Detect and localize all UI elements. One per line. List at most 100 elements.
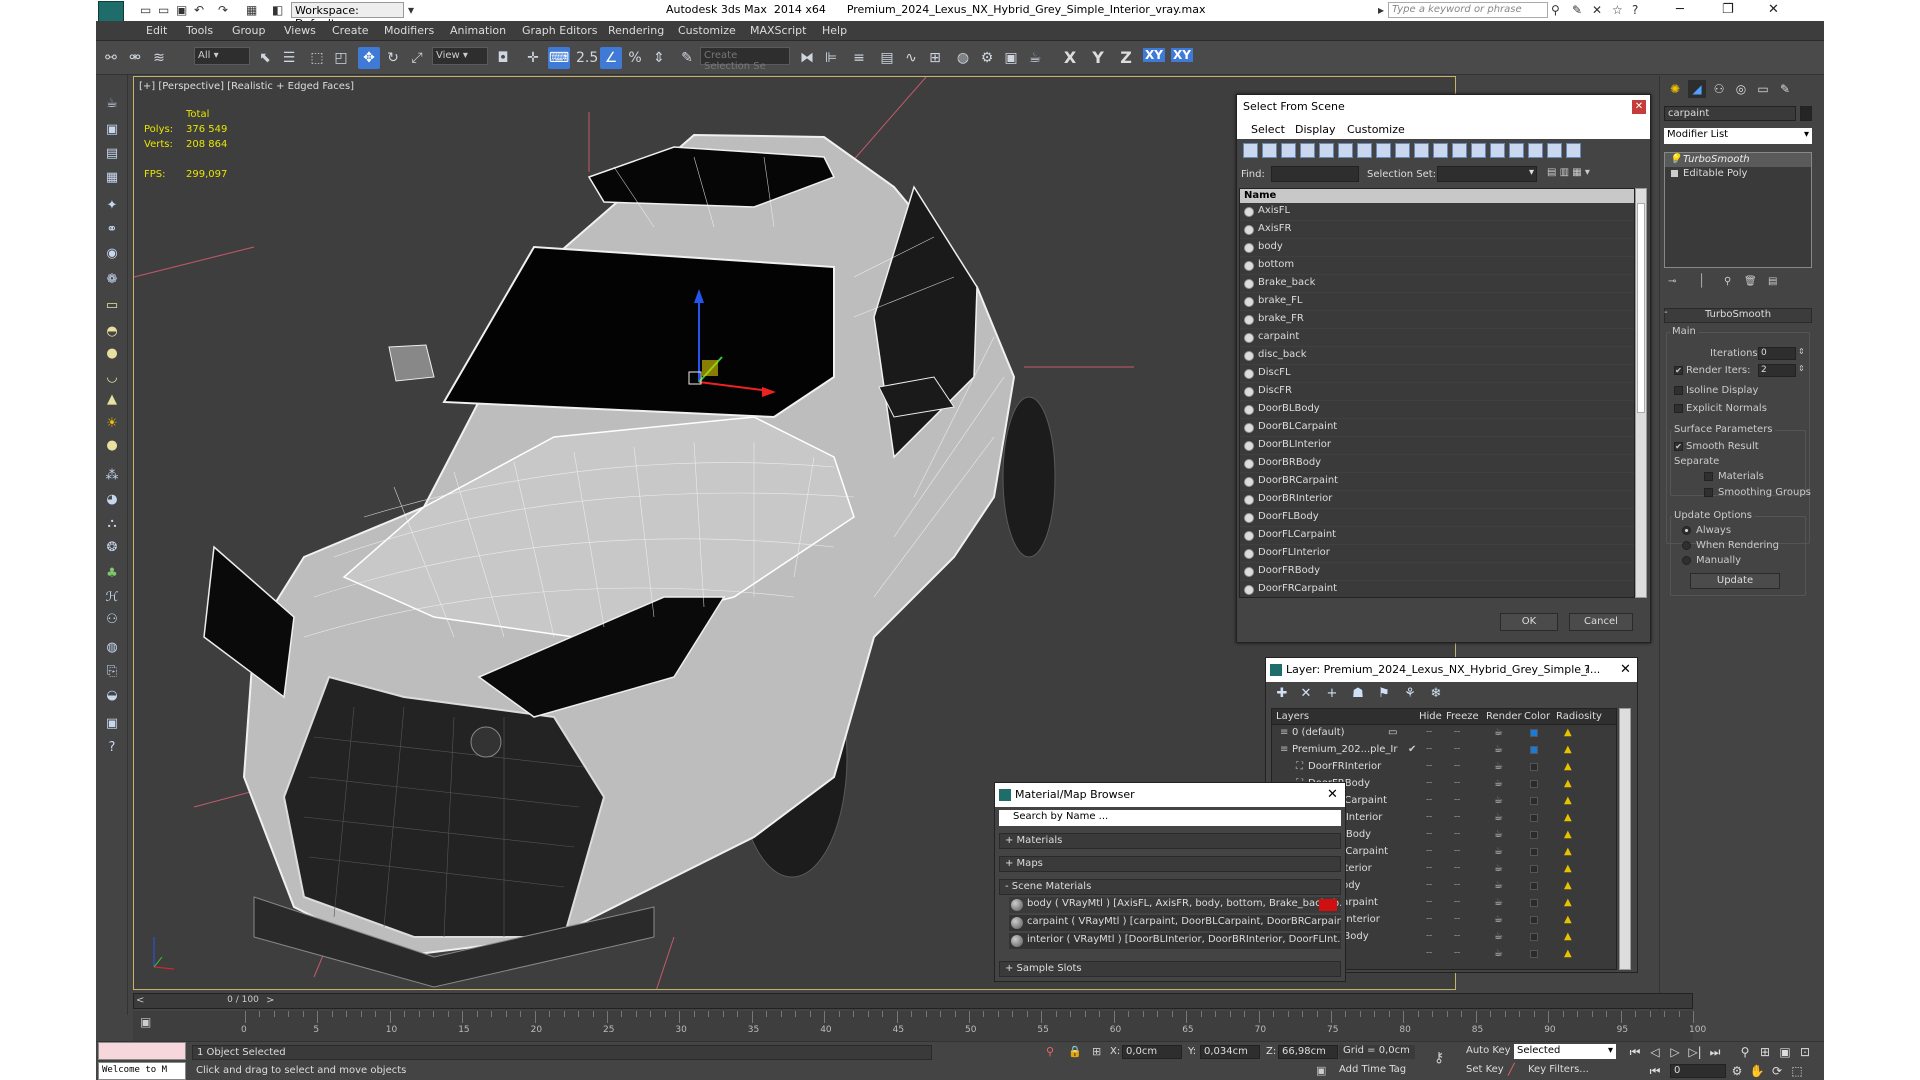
disc-icon[interactable]: ● [103, 437, 121, 455]
material-carpaint[interactable]: carpaint ( VRayMtl ) [carpaint, DoorBLCa… [1009, 915, 1341, 931]
update-button[interactable]: Update [1690, 573, 1780, 589]
render-setup-icon[interactable]: ⚙ [976, 47, 998, 69]
sfs-list-item[interactable]: DoorBRCarpaint [1240, 473, 1634, 491]
selection-filter-dropdown[interactable]: All ▾ [194, 47, 250, 65]
sfs-list-item[interactable]: DoorFRBody [1240, 563, 1634, 581]
expand-icon[interactable] [1671, 170, 1678, 177]
freeze-toggle-icon[interactable]: ╌ [1454, 829, 1460, 840]
light-icon[interactable]: ✦ [103, 197, 121, 215]
col-color[interactable]: Color [1524, 711, 1550, 722]
col-render[interactable]: Render [1486, 711, 1522, 722]
sfs-list-item[interactable]: brake_FL [1240, 293, 1634, 311]
freeze-toggle-icon[interactable]: ╌ [1454, 846, 1460, 857]
project-folder-icon[interactable]: ▦ [246, 3, 257, 17]
modifier-stack[interactable]: 💡 TurboSmooth Editable Poly [1664, 152, 1812, 268]
radiosity-icon[interactable]: ▲ [1564, 727, 1572, 738]
col-hide[interactable]: Hide [1419, 711, 1442, 722]
maximize-icon[interactable]: ❐ [1722, 2, 1734, 17]
find-input[interactable] [1271, 166, 1359, 182]
sfs-filter-icon[interactable] [1566, 143, 1581, 158]
viewport-label[interactable]: [+] [Perspective] [Realistic + Edged Fac… [139, 81, 354, 92]
sfs-filter-icon[interactable] [1338, 143, 1353, 158]
radiosity-icon[interactable]: ▲ [1564, 880, 1572, 891]
x-coordinate-field[interactable]: 0,0cm [1122, 1045, 1182, 1059]
search-arrow-icon[interactable]: ▸ [1378, 3, 1384, 17]
key-mode-dropdown[interactable]: Selected ▾ [1514, 1044, 1616, 1059]
isoline-checkbox[interactable] [1674, 386, 1683, 395]
section-sample-slots[interactable]: + Sample Slots [999, 961, 1341, 977]
sfs-filter-icon[interactable] [1376, 143, 1391, 158]
app-logo-icon[interactable] [98, 1, 124, 23]
goto-end-icon[interactable]: ⏭ [1706, 1045, 1724, 1060]
sfs-filter-icon[interactable] [1395, 143, 1410, 158]
undo-icon[interactable]: ↶ [194, 3, 204, 17]
add-to-layer-icon[interactable]: + [1324, 686, 1340, 702]
render-teapot-icon[interactable]: ☕ [1494, 846, 1503, 857]
sfs-name-column[interactable]: Name [1240, 189, 1634, 203]
sfs-list-item[interactable]: Brake_back [1240, 275, 1634, 293]
sfs-title-bar[interactable]: Select From Scene [1237, 95, 1650, 119]
turbosmooth-rollout[interactable]: TurboSmooth [1664, 308, 1812, 323]
render-teapot-icon[interactable]: ☕ [1494, 812, 1503, 823]
display-tab-icon[interactable]: ▭ [1754, 80, 1772, 98]
globe-icon[interactable]: ❂ [103, 539, 121, 557]
sfs-list-item[interactable]: AxisFR [1240, 221, 1634, 239]
orbit-icon[interactable]: ⟳ [1768, 1064, 1786, 1078]
radiosity-icon[interactable]: ▲ [1564, 948, 1572, 959]
dna-icon[interactable]: ❁ [103, 271, 121, 289]
sfs-close-button[interactable]: ✕ [1632, 100, 1646, 114]
sfs-filter-icon[interactable] [1509, 143, 1524, 158]
hide-toggle-icon[interactable]: ╌ [1426, 727, 1432, 738]
particle-icon[interactable]: ⁂ [103, 467, 121, 485]
highlight-layer-icon[interactable]: ⚑ [1376, 686, 1392, 702]
key-icon[interactable]: ⚷ [1434, 1050, 1444, 1066]
sfs-object-list[interactable]: Name AxisFL AxisFR body bottom Brake_back bra… [1239, 188, 1635, 598]
workspace-icon[interactable]: ◧ [272, 3, 283, 17]
plant-icon[interactable]: ♣ [103, 565, 121, 583]
mat-title-bar[interactable]: Material/Map Browser [995, 783, 1345, 807]
radiosity-icon[interactable]: ▲ [1564, 846, 1572, 857]
key-filters-button[interactable]: Key Filters... [1528, 1064, 1589, 1075]
select-object-icon[interactable]: ⬉ [254, 47, 276, 69]
next-frame-icon[interactable]: ▷| [1686, 1045, 1704, 1059]
create-tab-icon[interactable]: ✺ [1666, 80, 1684, 98]
menu-group[interactable]: Group [232, 24, 266, 37]
material-icon[interactable]: ◕ [103, 491, 121, 509]
sfs-list-item[interactable]: brake_FR [1240, 311, 1634, 329]
freeze-toggle-icon[interactable]: ╌ [1454, 897, 1460, 908]
percent-snap-icon[interactable]: % [624, 47, 646, 69]
spinner-snap-icon[interactable]: ⇕ [648, 47, 670, 69]
bulb-icon[interactable]: 💡 [1669, 154, 1681, 165]
menu-create[interactable]: Create [332, 24, 369, 37]
menu-customize[interactable]: Customize [678, 24, 736, 37]
sphere-icon[interactable]: ● [103, 345, 121, 363]
dome-icon[interactable]: ◓ [103, 323, 121, 341]
hide-toggle-icon[interactable]: ╌ [1426, 931, 1432, 942]
spinner-arrows-icon[interactable]: ⇕ [1798, 347, 1805, 356]
section-maps[interactable]: + Maps [999, 856, 1341, 872]
mat-close-icon[interactable]: ✕ [1327, 787, 1338, 802]
select-move-icon[interactable]: ✥ [358, 47, 380, 69]
render-teapot-icon[interactable]: ☕ [1494, 829, 1503, 840]
freeze-toggle-icon[interactable]: ╌ [1454, 931, 1460, 942]
sfs-tool-icons[interactable]: ▤ ▥ ▦ ▾ [1547, 167, 1590, 178]
freeze-toggle-icon[interactable]: ╌ [1454, 744, 1460, 755]
maxscript-listener-pink[interactable] [98, 1042, 186, 1060]
section-scene-materials[interactable]: - Scene Materials [999, 879, 1341, 895]
render-teapot-icon[interactable]: ☕ [1494, 948, 1503, 959]
freeze-toggle-icon[interactable]: ╌ [1454, 795, 1460, 806]
hide-toggle-icon[interactable]: ╌ [1426, 880, 1432, 891]
current-frame-field[interactable]: 0 [1670, 1064, 1726, 1078]
save-file-icon[interactable]: ▣ [176, 3, 187, 17]
goto-start-icon[interactable]: ⏮ [1626, 1045, 1644, 1060]
sfs-list-item[interactable]: body [1240, 239, 1634, 257]
grid-icon[interactable]: ▦ [103, 169, 121, 187]
isolate-icon[interactable]: ⚲ [1046, 1045, 1054, 1058]
modify-tab-icon[interactable]: ◢ [1688, 80, 1706, 98]
sfs-list-item[interactable]: DoorFRCarpaint [1240, 581, 1634, 597]
layer-color-swatch[interactable] [1530, 848, 1538, 856]
radiosity-icon[interactable]: ▲ [1564, 863, 1572, 874]
layer-scrollbar[interactable] [1619, 708, 1631, 970]
sfs-menu-customize[interactable]: Customize [1347, 123, 1405, 136]
preview-icon[interactable]: ◒ [103, 687, 121, 705]
